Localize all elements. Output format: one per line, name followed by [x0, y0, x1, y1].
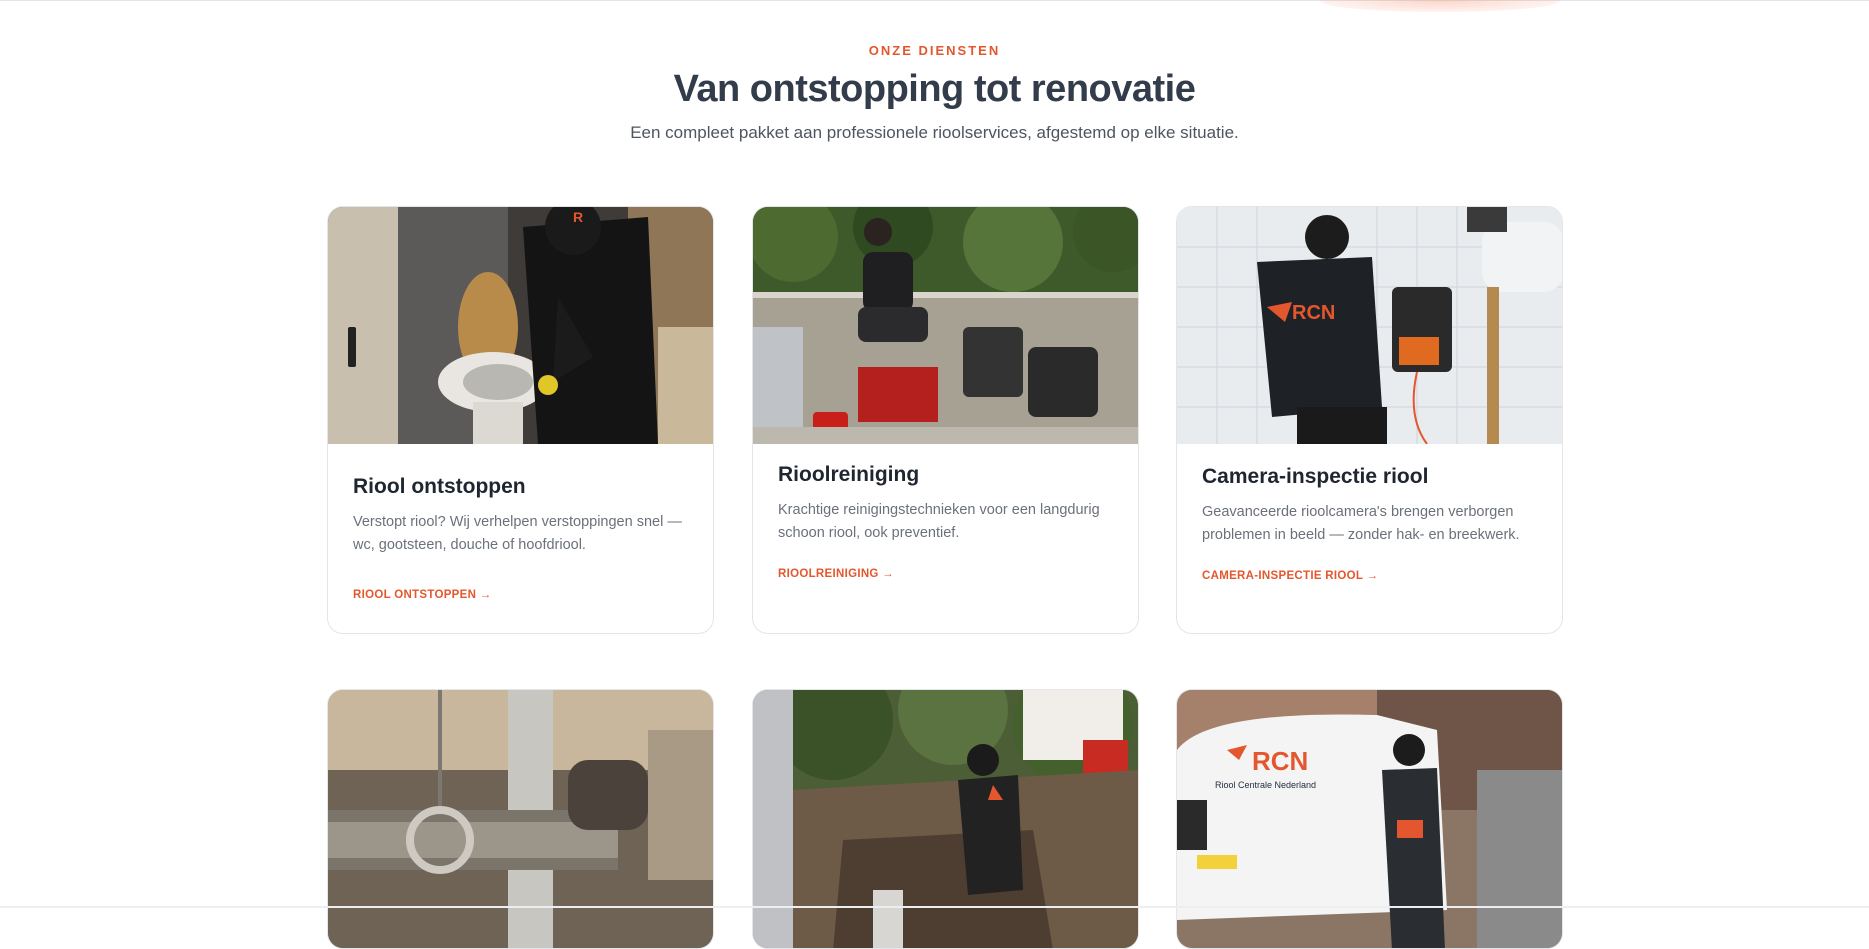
service-description: Krachtige reinigingstechnieken voor een …	[778, 502, 1100, 541]
service-card-rioolreiniging[interactable]: Rioolreiniging Krachtige reinigingstechn…	[752, 206, 1139, 634]
excavation-photo	[753, 690, 1138, 948]
service-photo	[753, 690, 1138, 948]
service-photo: R	[328, 207, 713, 444]
service-card-camera-inspectie[interactable]: RCN Camera-inspectie riool Geavanceerde …	[1176, 206, 1563, 634]
cleaning-equipment-photo	[753, 207, 1138, 444]
section-eyebrow: ONZE DIENSTEN	[868, 43, 1001, 58]
top-divider	[0, 0, 1869, 1]
service-description: Geavanceerde rioolcamera's brengen verbo…	[1202, 504, 1520, 543]
svg-text:RCN: RCN	[1292, 302, 1335, 324]
van-logo-subtitle: Riool Centrale Nederland	[1215, 780, 1316, 790]
service-card-5[interactable]	[752, 689, 1139, 949]
service-link-camera-inspectie[interactable]: CAMERA-INSPECTIE RIOOL →	[1202, 570, 1378, 582]
service-description: Verstopt riool? Wij verhelpen verstoppin…	[353, 514, 682, 553]
service-card-6[interactable]: RCN Riool Centrale Nederland	[1176, 689, 1563, 949]
service-title: Rioolreiniging	[778, 463, 920, 486]
service-title: Riool ontstoppen	[353, 475, 526, 498]
service-photo	[753, 207, 1138, 444]
section-title: Van ontstopping tot renovatie	[673, 68, 1196, 110]
service-title: Camera-inspectie riool	[1202, 465, 1429, 488]
service-photo	[328, 690, 713, 948]
sewer-camera-photo: RCN	[1177, 207, 1562, 444]
van-logo-text: RCN	[1252, 746, 1308, 776]
decorative-glow	[1320, 0, 1560, 12]
pipe-installation-photo	[328, 690, 713, 948]
service-van-photo: RCN Riool Centrale Nederland	[1177, 690, 1562, 948]
svg-text:R: R	[573, 209, 583, 225]
service-link-riool-ontstoppen[interactable]: RIOOL ONTSTOPPEN →	[353, 589, 492, 601]
service-photo: RCN Riool Centrale Nederland	[1177, 690, 1562, 948]
service-photo: RCN	[1177, 207, 1562, 444]
toilet-unclogging-photo: R	[328, 207, 713, 444]
service-link-rioolreiniging[interactable]: RIOOLREINIGING →	[778, 568, 894, 580]
service-card-riool-ontstoppen[interactable]: R Riool ontstoppen Verstopt riool? Wij v…	[327, 206, 714, 634]
section-subtitle: Een compleet pakket aan professionele ri…	[630, 123, 1239, 142]
service-card-4[interactable]	[327, 689, 714, 949]
